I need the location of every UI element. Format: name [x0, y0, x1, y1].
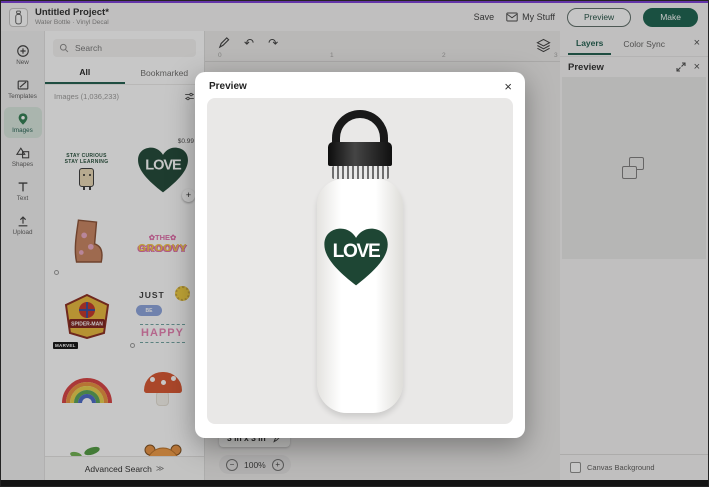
love-heart-decal: LOVE	[323, 226, 389, 288]
modal-close-icon[interactable]: ×	[504, 80, 512, 93]
bottle-steel-band	[332, 166, 389, 179]
modal-title: Preview	[209, 81, 247, 92]
product-preview-box: LOVE	[207, 98, 513, 424]
water-bottle-render: LOVE	[317, 110, 403, 413]
bottle-cap	[328, 142, 392, 166]
window-bottom-bar	[0, 480, 709, 487]
bottle-handle	[332, 110, 388, 146]
bottle-body: LOVE	[317, 179, 403, 413]
design-app-window: Untitled Project* Water Bottle · Vinyl D…	[0, 0, 709, 487]
svg-text:LOVE: LOVE	[333, 241, 381, 262]
preview-modal: Preview × LOVE	[195, 72, 525, 438]
